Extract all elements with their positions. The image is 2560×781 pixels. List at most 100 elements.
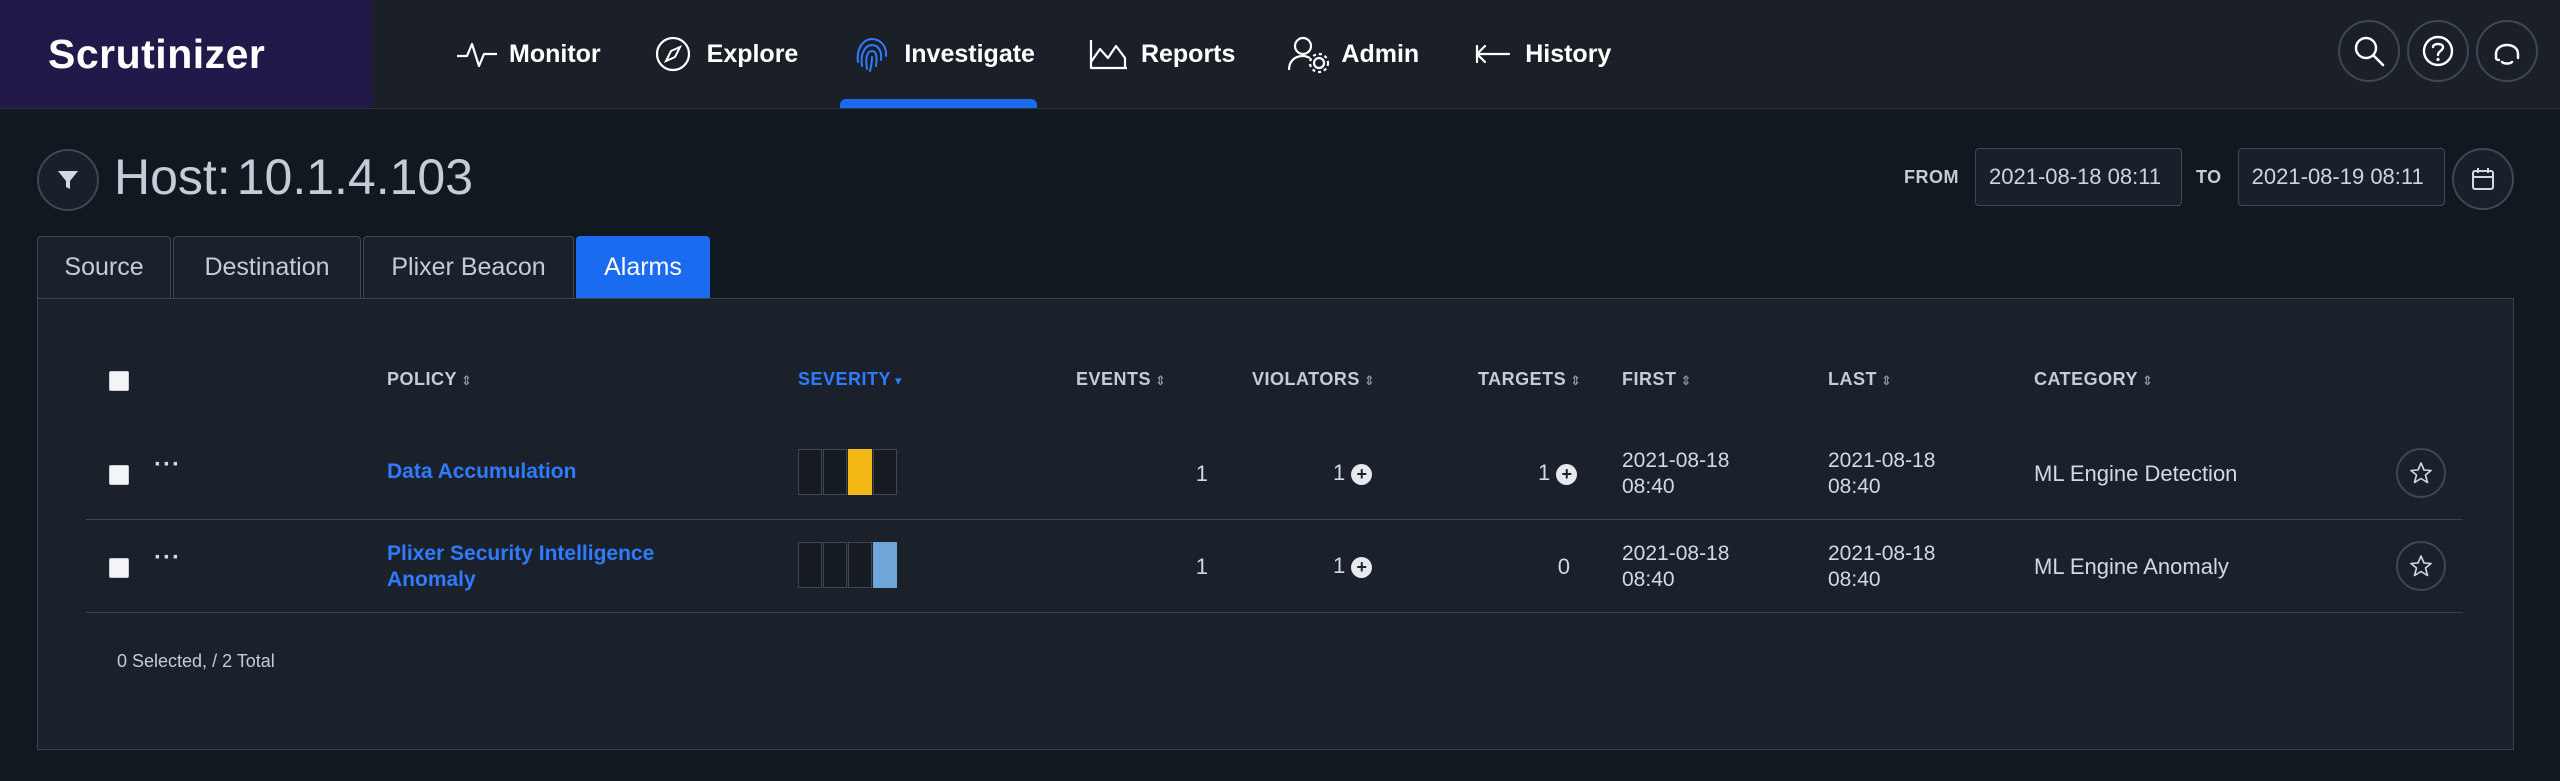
date-from-label: FROM [1904,166,1959,187]
calendar-button[interactable] [2452,148,2514,210]
column-header-last-label: LAST [1828,369,1877,389]
main-nav: Monitor Explore Investigate Reports Admi… [455,0,1663,108]
nav-admin[interactable]: Admin [1287,0,1419,108]
row-actions-menu[interactable]: ··· [154,544,181,572]
date-to-input[interactable]: 2021-08-19 08:11 [2237,148,2445,206]
nav-monitor-label: Monitor [509,39,601,68]
last-time: 08:40 [1828,568,1881,591]
policy-link[interactable]: Plixer Security Intelligence Anomaly [387,541,654,593]
sort-icon: ⇕ [1570,373,1582,388]
policy-link[interactable]: Data Accumulation [387,459,576,485]
date-to-group: TO 2021-08-19 08:11 [2196,148,2445,206]
nav-history[interactable]: History [1471,0,1611,108]
row-actions-menu[interactable]: ··· [154,451,181,479]
targets-value: 1 [1538,460,1551,485]
nav-monitor[interactable]: Monitor [455,0,601,108]
brand-logo[interactable]: Scrutinizer [0,0,372,108]
category-value: ML Engine Detection [2034,461,2238,486]
column-header-first[interactable]: FIRST ⇕ [1622,369,1692,390]
compass-icon [655,36,690,72]
favorite-button[interactable] [2396,448,2446,498]
first-date: 2021-08-18 [1622,542,1730,565]
violators-cell: 1 + [1333,553,1373,579]
area-chart-icon [1089,40,1127,70]
nav-history-label: History [1525,39,1612,68]
nav-investigate[interactable]: Investigate [840,0,1037,108]
sort-icon: ⇕ [2142,373,2154,388]
expand-plus-icon[interactable]: + [1351,463,1373,485]
top-utility-icons [2331,20,2538,82]
date-from-group: FROM 2021-08-18 08:11 [1904,148,2182,206]
row-checkbox[interactable] [109,465,129,485]
column-header-category[interactable]: CATEGORY ⇕ [2034,369,2153,390]
alarms-panel: POLICY ⇕ SEVERITY ▾ EVENTS ⇕ VIOLATORS ⇕ TAR… [37,298,2514,750]
column-header-category-label: CATEGORY [2034,369,2139,389]
column-header-severity[interactable]: SEVERITY ▾ [798,369,902,390]
star-icon [2410,555,2432,577]
sort-icon: ⇕ [1363,373,1376,388]
severity-segment [848,542,872,588]
column-header-targets[interactable]: TARGETS ⇕ [1478,369,1582,390]
severity-segment-active [848,449,872,495]
date-from-input[interactable]: 2021-08-18 08:11 [1975,148,2182,206]
last-date: 2021-08-18 [1828,542,1936,565]
violators-cell: 1 + [1333,460,1373,486]
select-all-checkbox[interactable] [109,371,129,391]
nav-reports[interactable]: Reports [1087,0,1235,108]
violators-value: 1 [1333,460,1346,485]
tab-alarms[interactable]: Alarms [576,236,710,312]
column-header-violators-label: VIOLATORS [1252,369,1360,389]
last-time: 08:40 [1828,475,1881,498]
events-value: 1 [1195,554,1208,579]
first-cell: 2021-08-18 08:40 [1622,541,1729,593]
row-divider [86,519,2463,520]
arrow-left-icon [1476,44,1511,64]
support-button[interactable] [2476,20,2538,82]
top-nav-bar: Scrutinizer Monitor Explore Investigate … [0,0,2560,109]
severity-segment [873,449,897,495]
severity-segment [798,542,822,588]
severity-segment [823,449,847,495]
search-button[interactable] [2338,20,2400,82]
nav-explore[interactable]: Explore [653,0,799,108]
column-header-policy[interactable]: POLICY ⇕ [387,369,472,390]
tab-source[interactable]: Source [37,236,171,298]
pulse-icon [457,42,497,68]
nav-reports-label: Reports [1140,39,1236,68]
severity-indicator [798,542,898,588]
user-gear-icon [1288,36,1330,74]
column-header-targets-label: TARGETS [1478,369,1567,389]
row-divider [86,612,2463,613]
column-header-events-label: EVENTS [1076,369,1152,389]
selection-summary: 0 Selected, / 2 Total [117,651,275,671]
nav-admin-label: Admin [1341,39,1420,68]
row-checkbox[interactable] [109,558,129,578]
help-button[interactable] [2407,20,2469,82]
severity-segment-active [873,542,897,588]
events-value: 1 [1195,461,1208,486]
page-title: Host: 10.1.4.103 [114,148,473,206]
last-cell: 2021-08-18 08:40 [1828,541,1935,593]
first-time: 08:40 [1622,475,1675,498]
expand-plus-icon[interactable]: + [1556,463,1578,485]
sort-icon: ⇕ [1680,373,1692,388]
policy-link-line2: Anomaly [387,568,476,591]
column-header-events[interactable]: EVENTS ⇕ [1076,369,1166,390]
first-date: 2021-08-18 [1622,449,1730,472]
expand-plus-icon[interactable]: + [1351,556,1373,578]
tab-plixer-beacon[interactable]: Plixer Beacon [363,236,574,298]
nav-explore-label: Explore [706,39,799,68]
policy-link-line1: Data Accumulation [387,460,577,483]
column-header-last[interactable]: LAST ⇕ [1828,369,1892,390]
search-icon [2354,36,2385,67]
brand-name: Scrutinizer [48,30,266,77]
headset-icon [2494,43,2520,65]
category-value: ML Engine Anomaly [2034,554,2229,579]
active-nav-indicator [840,99,1037,108]
favorite-button[interactable] [2396,541,2446,591]
first-time: 08:40 [1622,568,1675,591]
filter-button[interactable] [37,149,99,211]
first-cell: 2021-08-18 08:40 [1622,448,1729,500]
tab-destination[interactable]: Destination [173,236,361,298]
column-header-violators[interactable]: VIOLATORS ⇕ [1252,369,1375,390]
